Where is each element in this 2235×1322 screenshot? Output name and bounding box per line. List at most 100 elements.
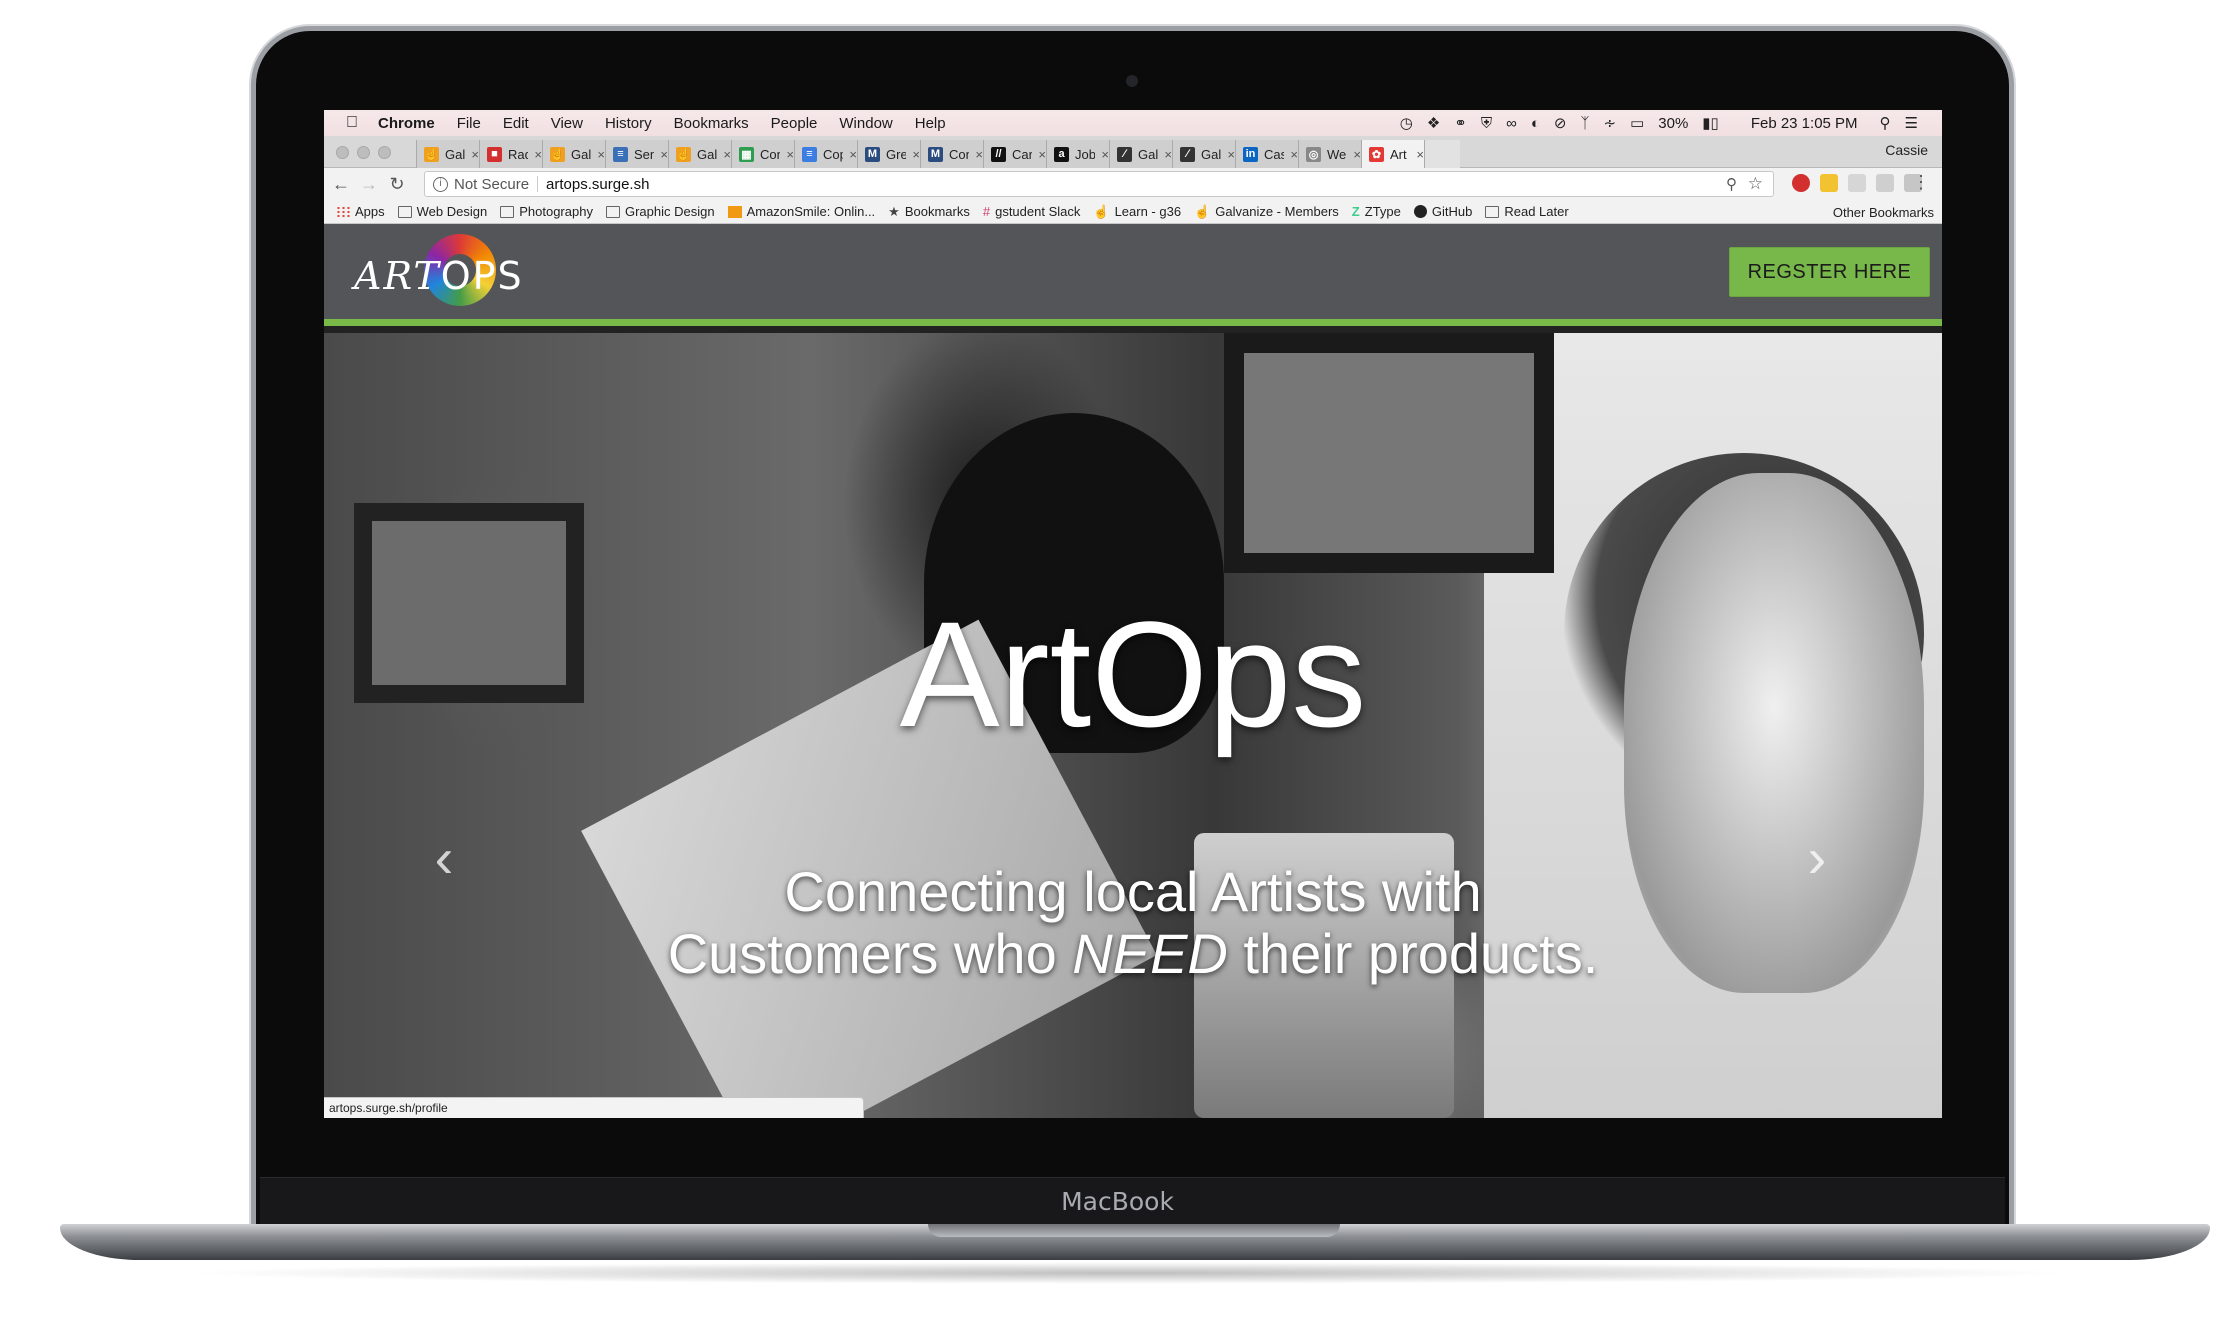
carousel-next-arrow[interactable]: › [1797, 828, 1837, 888]
extension-icon[interactable] [1876, 174, 1894, 192]
menu-bookmarks[interactable]: Bookmarks [674, 115, 749, 132]
close-tab-icon[interactable]: × [1416, 147, 1424, 162]
bookmark-item[interactable]: # gstudent Slack [983, 204, 1081, 219]
menu-history[interactable]: History [605, 115, 652, 132]
close-tab-icon[interactable]: × [1038, 147, 1046, 162]
browser-tab[interactable]: // Care × [983, 140, 1046, 168]
browser-tab[interactable]: ☝ Galv × [542, 140, 605, 168]
bluetooth-icon[interactable]: ᛉ [1580, 115, 1589, 132]
browser-tab[interactable]: ▦ Com × [731, 140, 794, 168]
close-tab-icon[interactable]: × [660, 147, 668, 162]
glasses-icon[interactable]: ◐ [1531, 115, 1540, 132]
tab-title: Com [760, 146, 780, 162]
folder-icon [500, 205, 515, 218]
spotlight-icon[interactable]: ⚲ [1880, 114, 1891, 132]
chrome-menu-icon[interactable]: ⋮ [1912, 172, 1930, 193]
close-tab-icon[interactable]: × [1290, 147, 1298, 162]
bookmark-item[interactable]: Web Design [397, 204, 488, 219]
close-tab-icon[interactable]: × [1353, 147, 1361, 162]
close-tab-icon[interactable]: × [849, 147, 857, 162]
menu-file[interactable]: File [457, 115, 481, 132]
bookmark-item[interactable]: GitHub [1413, 204, 1472, 219]
bookmark-label: Web Design [416, 204, 488, 219]
bookmark-item[interactable]: Photography [500, 204, 593, 219]
artops-logo[interactable]: ARTOPS [354, 234, 539, 314]
zoom-icon[interactable]: ⚲ [1726, 175, 1737, 193]
close-window-button[interactable] [336, 146, 349, 159]
screen:  Chrome File Edit View History Bookmark… [324, 110, 1942, 1118]
menu-view[interactable]: View [551, 115, 583, 132]
bookmark-star-icon[interactable]: ☆ [1748, 174, 1763, 194]
adblock-icon[interactable] [1792, 174, 1810, 192]
new-tab-button[interactable] [1424, 140, 1460, 168]
browser-tab[interactable]: ≡ Seni × [605, 140, 668, 168]
logo-part-art: ART [354, 254, 441, 298]
notification-center-icon[interactable]: ☰ [1905, 114, 1918, 132]
browser-tab[interactable]: ∕ Galv × [1109, 140, 1172, 168]
menu-people[interactable]: People [771, 115, 818, 132]
bookmark-item[interactable]: ☝ Galvanize - Members [1194, 204, 1339, 220]
profile-button[interactable]: Cassie [1885, 142, 1928, 158]
other-bookmarks[interactable]: Other Bookmarks [1814, 200, 1934, 224]
browser-tab[interactable]: ◎ Web × [1298, 140, 1361, 168]
browser-tab[interactable]: ☝ Galv × [416, 140, 479, 168]
browser-tab[interactable]: a Job × [1046, 140, 1109, 168]
extension-icon[interactable] [1848, 174, 1866, 192]
menu-window[interactable]: Window [839, 115, 892, 132]
menu-edit[interactable]: Edit [503, 115, 529, 132]
hero-subtitle: Connecting local Artists with Customers … [324, 861, 1942, 985]
forward-icon[interactable]: → [358, 174, 380, 195]
browser-tab[interactable]: M Cont × [920, 140, 983, 168]
menu-app-name[interactable]: Chrome [378, 115, 435, 132]
bookmark-item[interactable]: ☝ Learn - g36 [1093, 204, 1181, 220]
bookmark-item[interactable]: AmazonSmile: Onlin... [727, 204, 875, 219]
close-tab-icon[interactable]: × [597, 147, 605, 162]
info-icon[interactable]: i [433, 176, 448, 192]
close-tab-icon[interactable]: × [471, 147, 479, 162]
wifi-icon[interactable]: ∻ [1604, 114, 1617, 132]
browser-tab[interactable]: ✿ Art × [1361, 140, 1424, 168]
bookmark-item[interactable]: Graphic Design [605, 204, 715, 219]
address-bar[interactable]: i Not Secure artops.surge.sh ⚲ ☆ [424, 171, 1774, 197]
close-tab-icon[interactable]: × [912, 147, 920, 162]
bookmark-item[interactable]: ★ Bookmarks [888, 204, 970, 220]
minimize-window-button[interactable] [357, 146, 370, 159]
bookmark-item[interactable]: Z ZType [1352, 204, 1401, 219]
browser-tab[interactable]: ∕ Galv × [1172, 140, 1235, 168]
clock[interactable]: Feb 23 1:05 PM [1751, 115, 1858, 132]
zoom-window-button[interactable] [378, 146, 391, 159]
reload-icon[interactable]: ↻ [386, 174, 408, 195]
status-menus: ◷ ❖ ⚭ ⛨ ∞ ◐ ⊘ ᛉ ∻ ▭ 30% ▮▯ Feb 23 1:05 P… [1400, 110, 1918, 136]
dropbox-icon[interactable]: ❖ [1427, 114, 1440, 132]
browser-tab[interactable]: ≡ Cop × [794, 140, 857, 168]
dnd-icon[interactable]: ⊘ [1554, 114, 1567, 132]
menu-help[interactable]: Help [915, 115, 946, 132]
register-button[interactable]: REGSTER HERE [1729, 247, 1930, 297]
shield-icon[interactable]: ⛨ [1481, 115, 1492, 132]
close-tab-icon[interactable]: × [1101, 147, 1109, 162]
timemachine-icon[interactable]: ◷ [1400, 114, 1413, 132]
infinity-icon[interactable]: ∞ [1506, 115, 1517, 132]
extension-icon[interactable] [1820, 174, 1838, 192]
security-label[interactable]: Not Secure [454, 176, 529, 193]
bookmark-item[interactable]: Read Later [1485, 204, 1569, 219]
close-tab-icon[interactable]: × [1164, 147, 1172, 162]
airplay-icon[interactable]: ▭ [1630, 114, 1644, 132]
close-tab-icon[interactable]: × [975, 147, 983, 162]
bookmark-item[interactable]: Apps [336, 204, 385, 219]
doc-icon: ≡ [613, 146, 628, 162]
close-tab-icon[interactable]: × [723, 147, 731, 162]
browser-tab[interactable]: ☝ Galv × [668, 140, 731, 168]
url-text[interactable]: artops.surge.sh [546, 176, 649, 193]
battery-icon[interactable]: ▮▯ [1702, 114, 1719, 132]
apple-icon[interactable]:  [346, 114, 358, 132]
browser-tab[interactable]: in Cass × [1235, 140, 1298, 168]
creative-cloud-icon[interactable]: ⚭ [1454, 114, 1467, 132]
close-tab-icon[interactable]: × [1227, 147, 1235, 162]
browser-tab[interactable]: ■ Radi × [479, 140, 542, 168]
close-tab-icon[interactable]: × [786, 147, 794, 162]
carousel-prev-arrow[interactable]: ‹ [424, 828, 464, 888]
back-icon[interactable]: ← [330, 174, 352, 195]
browser-tab[interactable]: M Gree × [857, 140, 920, 168]
close-tab-icon[interactable]: × [534, 147, 542, 162]
